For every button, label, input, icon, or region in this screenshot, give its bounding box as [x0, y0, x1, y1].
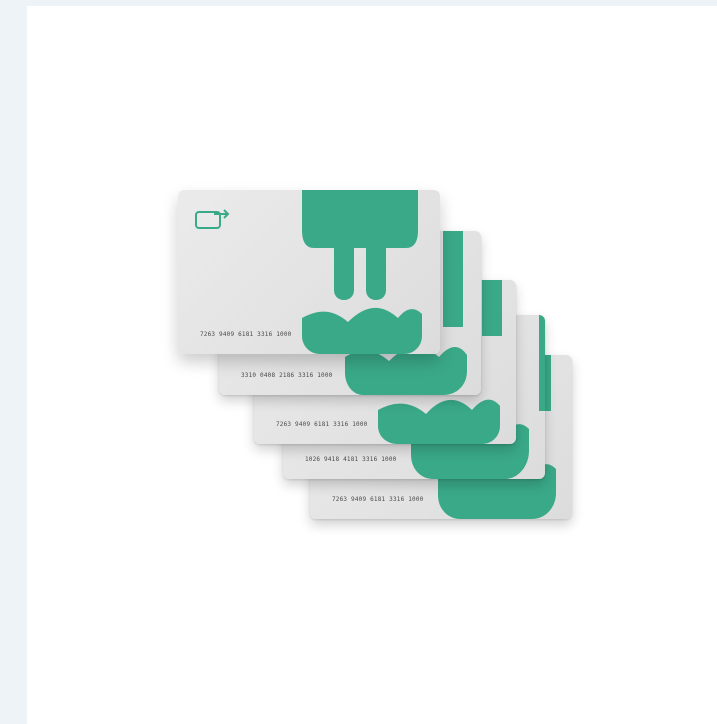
- charging-card: 7263 9409 6181 3316 1000: [178, 190, 440, 354]
- card-number: 1026 9418 4181 3316 1000: [305, 456, 397, 463]
- card-number: 7263 9409 6181 3316 1000: [276, 421, 368, 428]
- contactless-card-icon: [195, 209, 230, 229]
- card-stack: 7263 9409 6181 3316 1000 1026 9418 4181 …: [0, 0, 717, 724]
- card-number: 7263 9409 6181 3316 1000: [332, 496, 424, 503]
- card-number: 7263 9409 6181 3316 1000: [200, 331, 292, 338]
- card-number: 3310 0408 2186 3316 1000: [241, 372, 333, 379]
